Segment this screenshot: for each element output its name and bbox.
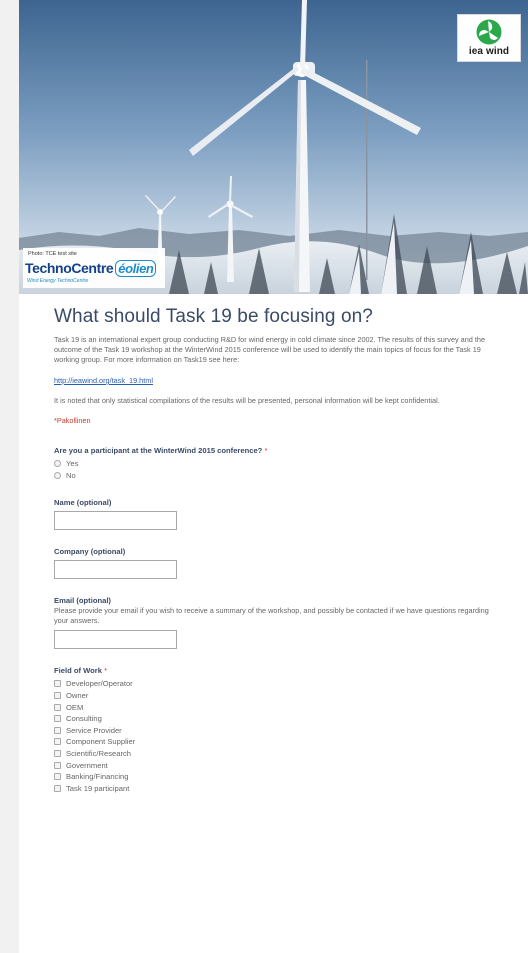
- checkbox-owner[interactable]: Owner: [54, 690, 504, 702]
- required-note: *Pakollinen: [54, 416, 91, 425]
- checkbox-consulting[interactable]: Consulting: [54, 713, 504, 725]
- form-content: What should Task 19 be focusing on? Task…: [54, 306, 504, 794]
- radio-button[interactable]: [54, 471, 61, 479]
- checkbox-banking-financing[interactable]: Banking/Financing: [54, 771, 504, 783]
- technocentre-logo: TechnoCentre éolien: [25, 260, 157, 277]
- brand-main: TechnoCentre: [25, 260, 114, 276]
- confidentiality-note: It is noted that only statistical compil…: [54, 396, 440, 405]
- photo-credit-box: Photo: TCE test site TechnoCentre éolien …: [23, 248, 165, 288]
- checkbox-label: Scientific/Research: [66, 749, 131, 759]
- form-description: Task 19 is an international expert group…: [54, 335, 486, 364]
- header-banner: iea wind Photo: TCE test site TechnoCent…: [19, 0, 528, 294]
- checkbox[interactable]: [54, 692, 61, 700]
- email-help: Please provide your email if you wish to…: [54, 606, 489, 626]
- checkbox[interactable]: [54, 750, 61, 758]
- radio-label: No: [66, 470, 76, 480]
- task19-link[interactable]: http://ieawind.org/task_19.html: [54, 376, 504, 385]
- checkbox-label: Service Provider: [66, 725, 122, 735]
- iea-wind-logo: iea wind: [457, 14, 521, 62]
- checkbox-label: Consulting: [66, 714, 102, 724]
- checkbox-label: Developer/Operator: [66, 679, 133, 689]
- checkbox-government[interactable]: Government: [54, 759, 504, 771]
- question-company: Company (optional): [54, 547, 504, 580]
- question-email: Email (optional) Please provide your ema…: [54, 596, 504, 650]
- question-field-of-work: Field of Work * Developer/Operator Owner…: [54, 666, 504, 794]
- name-label: Name (optional): [54, 498, 112, 508]
- question-participant: Are you a participant at the WinterWind …: [54, 446, 504, 481]
- checkbox[interactable]: [54, 784, 61, 792]
- checkbox-developer-operator[interactable]: Developer/Operator: [54, 678, 504, 690]
- iea-wind-logo-icon: [476, 19, 502, 45]
- checkbox-label: Task 19 participant: [66, 783, 130, 793]
- name-input[interactable]: [54, 511, 177, 531]
- required-star: *: [264, 446, 268, 455]
- form-page: iea wind Photo: TCE test site TechnoCent…: [19, 0, 528, 953]
- checkbox-service-provider[interactable]: Service Provider: [54, 725, 504, 737]
- email-label: Email (optional): [54, 596, 111, 606]
- checkbox-scientific-research[interactable]: Scientific/Research: [54, 748, 504, 760]
- radio-label: Yes: [66, 459, 79, 469]
- checkbox-oem[interactable]: OEM: [54, 701, 504, 713]
- checkbox-task19-participant[interactable]: Task 19 participant: [54, 783, 504, 795]
- company-label: Company (optional): [54, 547, 126, 557]
- brand-eolien: éolien: [115, 260, 157, 277]
- radio-button[interactable]: [54, 460, 61, 468]
- checkbox[interactable]: [54, 726, 61, 734]
- form-title: What should Task 19 be focusing on?: [54, 306, 373, 327]
- company-input[interactable]: [54, 560, 177, 580]
- participant-label: Are you a participant at the WinterWind …: [54, 446, 268, 455]
- checkbox-label: Owner: [66, 691, 89, 701]
- field-label: Field of Work *: [54, 666, 108, 676]
- checkbox-label: Component Supplier: [66, 737, 136, 747]
- checkbox[interactable]: [54, 680, 61, 688]
- radio-no[interactable]: No: [54, 470, 504, 482]
- checkbox[interactable]: [54, 773, 61, 781]
- logo-text: iea wind: [468, 46, 510, 57]
- checkbox-label: OEM: [66, 702, 84, 712]
- checkbox[interactable]: [54, 715, 61, 723]
- radio-yes[interactable]: Yes: [54, 458, 504, 470]
- checkbox[interactable]: [54, 738, 61, 746]
- checkbox[interactable]: [54, 761, 61, 769]
- photo-credit: Photo: TCE test site: [28, 251, 77, 257]
- email-input[interactable]: [54, 630, 177, 650]
- brand-subtitle: Wind Energy TechnoCentre: [27, 278, 89, 284]
- required-star: *: [104, 666, 108, 676]
- checkbox-label: Government: [66, 760, 108, 770]
- checkbox-label: Banking/Financing: [66, 772, 129, 782]
- question-name: Name (optional): [54, 498, 504, 531]
- checkbox-component-supplier[interactable]: Component Supplier: [54, 736, 504, 748]
- checkbox[interactable]: [54, 703, 61, 711]
